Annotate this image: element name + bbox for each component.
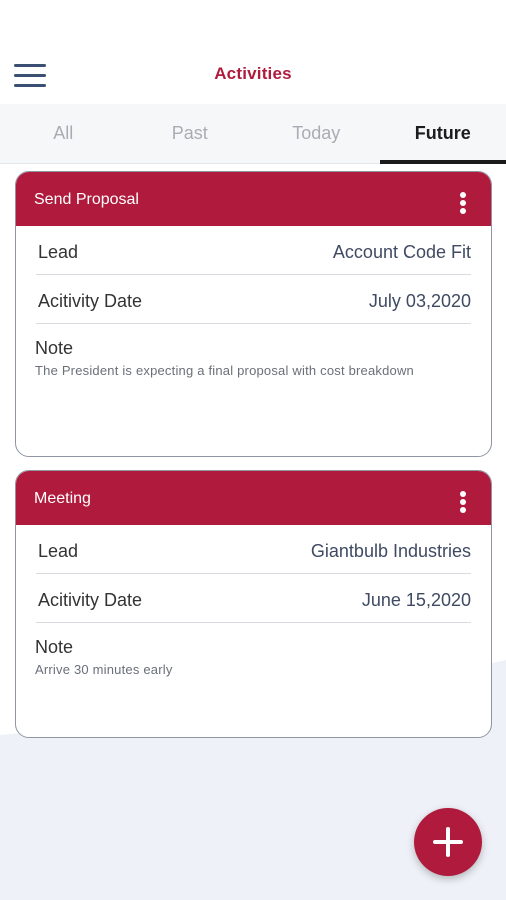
tab-past[interactable]: Past (127, 104, 254, 163)
app-header: Activities (0, 0, 506, 104)
activity-title: Meeting (34, 490, 91, 507)
note-label: Note (35, 338, 74, 358)
more-options-icon[interactable] (459, 192, 467, 214)
activity-date-label: Acitivity Date (38, 590, 143, 610)
activity-card-header: Meeting (16, 471, 491, 525)
activity-card[interactable]: Send Proposal Lead Account Code Fit Acit… (15, 171, 492, 457)
lead-label: Lead (38, 541, 79, 561)
activity-date-label: Acitivity Date (38, 291, 143, 311)
activity-date-row: Acitivity Date July 03,2020 (36, 275, 471, 324)
tab-future[interactable]: Future (379, 104, 506, 164)
activity-date-row: Acitivity Date June 15,2020 (36, 574, 471, 623)
note-section: Note Arrive 30 minutes early (16, 623, 491, 678)
lead-value: Giantbulb Industries (310, 541, 471, 561)
activity-title: Send Proposal (34, 191, 139, 208)
page-title: Activities (214, 64, 292, 83)
activity-card[interactable]: Meeting Lead Giantbulb Industries Acitiv… (15, 470, 492, 738)
note-text: The President is expecting a final propo… (35, 363, 414, 378)
add-activity-button[interactable] (414, 808, 482, 876)
lead-row: Lead Giantbulb Industries (36, 525, 471, 574)
lead-value: Account Code Fit (332, 242, 471, 262)
activity-card-header: Send Proposal (16, 172, 491, 226)
activity-date-value: June 15,2020 (361, 590, 471, 610)
tab-today[interactable]: Today (253, 104, 380, 163)
activity-date-value: July 03,2020 (368, 291, 471, 311)
note-section: Note The President is expecting a final … (16, 324, 491, 379)
activity-filter-tabs: All Past Today Future (0, 104, 506, 164)
lead-label: Lead (38, 242, 79, 262)
lead-row: Lead Account Code Fit (36, 226, 471, 275)
more-options-icon[interactable] (459, 491, 467, 513)
note-text: Arrive 30 minutes early (35, 662, 173, 677)
note-label: Note (35, 637, 74, 657)
tab-all[interactable]: All (0, 104, 127, 163)
